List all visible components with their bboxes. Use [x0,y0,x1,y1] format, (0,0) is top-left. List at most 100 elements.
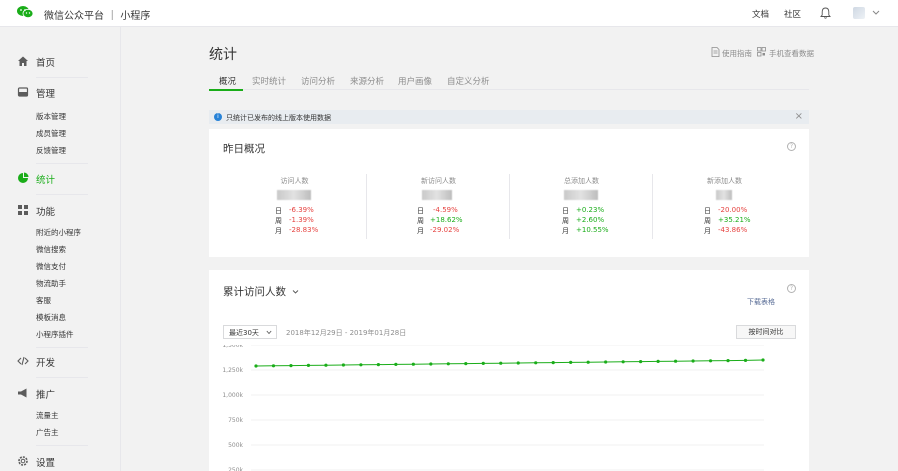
stat-row: 日 -6.39% [275,206,314,215]
megaphone-icon [18,388,27,398]
data-point[interactable] [534,361,538,365]
data-point[interactable] [621,360,625,364]
cumulative-title-text: 累计访问人数 [223,286,286,298]
cumulative-card: 累计访问人数 下载表格 ? 最近30天 2018年12月29日 - 2019年0… [209,270,809,471]
data-point[interactable] [569,360,573,364]
sidebar-item-dev[interactable]: 开发 [0,352,121,370]
sidebar-subitem-logistics[interactable]: 物流助手 [36,278,66,289]
data-point[interactable] [446,362,450,366]
data-point[interactable] [656,359,660,363]
data-point[interactable] [708,359,713,363]
data-point[interactable] [394,362,398,366]
divider [36,194,88,195]
pie-chart-icon [18,172,29,183]
data-point[interactable] [691,359,695,363]
tab-overview[interactable]: 概况 [219,75,236,87]
notice-text: 只统计已发布的线上版本使用数据 [226,114,331,122]
sidebar-item-promote[interactable]: 推广 [0,384,121,402]
help-icon[interactable]: ? [787,142,796,151]
data-point[interactable] [743,358,748,362]
download-table-link[interactable]: 下载表格 [747,297,775,307]
data-point[interactable] [604,360,608,364]
blurred-value [564,190,598,200]
data-point[interactable] [761,358,765,362]
visitors-line-chart: 1,500k 1,250k 1,000k 750k 500k 250k [222,345,765,471]
data-point[interactable] [359,363,363,367]
compare-by-time-button[interactable]: 按时间对比 [736,325,796,339]
tab-user-profile[interactable]: 用户画像 [398,75,432,87]
guide-link[interactable]: 使用指南 [722,48,752,59]
community-link[interactable]: 社区 [784,8,801,20]
tab-realtime[interactable]: 实时统计 [252,75,286,87]
sidebar-item-home[interactable]: 首页 [0,52,121,70]
y-tick-label: 1,250k [222,367,243,374]
sidebar-subitem-service[interactable]: 客服 [36,295,51,306]
data-point[interactable] [551,361,555,365]
data-point[interactable] [639,360,643,364]
data-point[interactable] [341,363,346,367]
wechat-logo-icon[interactable] [17,5,33,19]
data-point[interactable] [673,359,678,363]
info-icon: i [214,113,222,121]
blurred-value [277,190,311,200]
sidebar-subitem-feedback[interactable]: 反馈管理 [36,145,66,156]
sidebar-subitem-plugin[interactable]: 小程序插件 [36,329,74,340]
sidebar-item-label: 开发 [36,358,56,369]
sidebar-item-settings[interactable]: 设置 [0,452,121,470]
chevron-down-icon[interactable] [872,8,880,16]
data-point[interactable] [726,359,730,363]
tab-source-analysis[interactable]: 来源分析 [350,75,384,87]
data-point[interactable] [481,361,485,365]
sidebar-item-label: 管理 [36,89,56,100]
docs-link[interactable]: 文档 [752,8,769,20]
y-tick-label: 500k [228,442,243,449]
data-point[interactable] [324,363,328,367]
divider [36,163,88,164]
tab-visit-analysis[interactable]: 访问分析 [301,75,335,87]
brand-title[interactable]: 微信公众平台 ｜ 小程序 [44,7,150,22]
sidebar-subitem-version[interactable]: 版本管理 [36,111,66,122]
top-bar: 微信公众平台 ｜ 小程序 文档 社区 [0,0,898,27]
data-point[interactable] [499,361,503,365]
active-tab-indicator [209,89,243,91]
mobile-data-link[interactable]: 手机查看数据 [769,48,814,59]
data-point[interactable] [411,362,415,366]
close-icon[interactable]: × [795,111,803,122]
help-icon[interactable]: ? [787,284,796,293]
sidebar-subitem-members[interactable]: 成员管理 [36,128,66,139]
data-point[interactable] [464,362,468,366]
sidebar-subitem-nearby[interactable]: 附近的小程序 [36,227,81,238]
page-title: 统计 [209,47,237,63]
date-range: 2018年12月29日 - 2019年01月28日 [286,329,407,337]
stat-row: 月 -43.86% [704,226,748,235]
cumulative-title[interactable]: 累计访问人数 [223,284,299,299]
data-point[interactable] [516,361,520,365]
tab-custom-analysis[interactable]: 自定义分析 [447,75,490,87]
avatar[interactable] [853,7,865,19]
y-tick-label: 1,500k [222,345,243,349]
stat-label: 总添加人数 [564,177,599,185]
sidebar-item-manage[interactable]: 管理 [0,83,121,101]
data-point[interactable] [376,363,380,367]
bell-icon[interactable] [820,7,831,19]
data-point[interactable] [586,360,590,364]
sidebar-subitem-advertiser[interactable]: 广告主 [36,427,59,438]
data-point[interactable] [271,364,276,368]
sidebar: 首页 管理 版本管理 成员管理 反馈管理 统计 功能 附近的小程序 微信搜索 微… [0,27,121,471]
data-point[interactable] [254,364,258,368]
data-point[interactable] [429,362,433,366]
stat-row: 日 +0.23% [562,206,605,215]
sidebar-subitem-search[interactable]: 微信搜索 [36,244,66,255]
sidebar-subitem-traffic[interactable]: 流量主 [36,410,59,421]
chevron-down-icon [293,290,299,294]
sidebar-item-label: 首页 [36,58,56,69]
sidebar-item-stats[interactable]: 统计 [0,169,121,187]
stat-new-added: 新添加人数 日 -20.00% 周 +35.21% 月 -43.86% [652,174,795,239]
sidebar-subitem-pay[interactable]: 微信支付 [36,261,66,272]
range-select[interactable]: 最近30天 [223,325,277,339]
sidebar-subitem-template[interactable]: 模板消息 [36,312,66,323]
stat-visitors: 访问人数 日 -6.39% 周 -1.39% 月 -28.83% [223,174,366,239]
data-point[interactable] [306,363,311,367]
data-point[interactable] [289,364,293,368]
sidebar-item-features[interactable]: 功能 [0,201,121,219]
